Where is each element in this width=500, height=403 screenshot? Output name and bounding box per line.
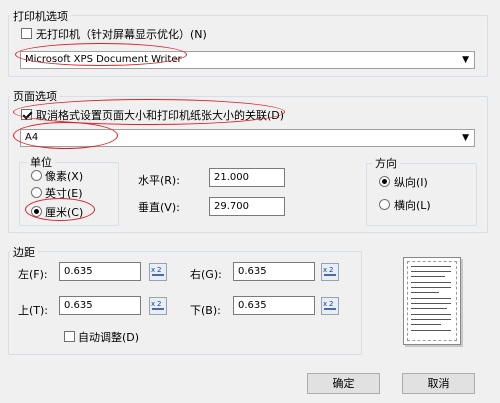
- svg-text:x: x: [323, 266, 327, 274]
- margin-right-spin-button[interactable]: x2: [321, 263, 339, 281]
- margin-bottom-label: 下(B):: [190, 304, 221, 317]
- unit-pixel-radio[interactable]: [31, 170, 42, 181]
- spin-icon: x2: [323, 300, 336, 310]
- preview-text-line: [411, 324, 441, 325]
- cancel-button[interactable]: 取消: [402, 373, 475, 394]
- no-printer-label[interactable]: 无打印机（针对屏幕显示优化）(N): [36, 26, 207, 42]
- margin-top-label: 上(T):: [18, 304, 49, 317]
- svg-text:x: x: [151, 266, 155, 274]
- preview-text-line: [411, 287, 451, 288]
- margin-right-label: 右(G):: [190, 268, 222, 281]
- margin-right-input[interactable]: 0.635: [233, 262, 315, 281]
- paper-size-value: A4: [25, 132, 39, 143]
- preview-text-line: [411, 271, 451, 272]
- svg-text:x: x: [151, 300, 155, 308]
- chevron-down-icon: ▼: [462, 55, 469, 65]
- preview-text-line: [411, 282, 451, 283]
- page-preview: [403, 257, 461, 345]
- no-printer-checkbox[interactable]: [21, 28, 32, 39]
- spin-icon: x2: [323, 266, 336, 276]
- page-preview-margin: [407, 261, 457, 341]
- preview-text-line: [411, 292, 439, 293]
- margin-left-label: 左(F):: [18, 268, 48, 281]
- margin-top-input[interactable]: 0.635: [59, 296, 141, 315]
- unit-inch-label[interactable]: 英寸(E): [45, 185, 83, 201]
- ok-button[interactable]: 确定: [307, 373, 380, 394]
- page-options-title: 页面选项: [10, 88, 60, 104]
- unlink-paper-size-checkbox[interactable]: [21, 109, 32, 120]
- preview-text-line: [411, 266, 451, 267]
- spin-icon: x2: [151, 300, 164, 310]
- preview-text-line: [411, 276, 445, 277]
- margin-bottom-spin-button[interactable]: x2: [321, 297, 339, 315]
- preview-text-line: [411, 319, 451, 320]
- svg-text:2: 2: [329, 266, 333, 274]
- vertical-label: 垂直(V):: [138, 201, 180, 214]
- preview-text-line: [411, 303, 451, 304]
- svg-text:2: 2: [329, 300, 333, 308]
- printer-select-value: Microsoft XPS Document Writer: [25, 54, 182, 65]
- svg-text:2: 2: [157, 266, 161, 274]
- landscape-label[interactable]: 横向(L): [394, 197, 431, 213]
- unlink-paper-size-label[interactable]: 取消格式设置页面大小和打印机纸张大小的关联(D): [36, 107, 284, 123]
- unit-inch-radio[interactable]: [31, 187, 42, 198]
- chevron-down-icon: ▼: [462, 133, 469, 143]
- portrait-label[interactable]: 纵向(I): [394, 174, 428, 190]
- horizontal-input[interactable]: 21.000: [209, 168, 285, 187]
- printer-options-title: 打印机选项: [10, 8, 71, 24]
- margin-left-spin-button[interactable]: x2: [149, 263, 167, 281]
- margins-title: 边距: [10, 244, 38, 260]
- spin-icon: x2: [151, 266, 164, 276]
- unit-cm-radio[interactable]: [31, 206, 42, 217]
- svg-text:2: 2: [157, 300, 161, 308]
- printer-select[interactable]: Microsoft XPS Document Writer ▼: [20, 51, 475, 69]
- paper-size-select[interactable]: A4 ▼: [20, 129, 475, 147]
- svg-text:x: x: [323, 300, 327, 308]
- preview-text-line: [411, 330, 451, 331]
- auto-adjust-label[interactable]: 自动调整(D): [78, 329, 139, 345]
- auto-adjust-checkbox[interactable]: [64, 331, 75, 342]
- preview-text-line: [411, 308, 447, 309]
- preview-text-line: [411, 298, 451, 299]
- margin-left-input[interactable]: 0.635: [59, 262, 141, 281]
- unit-cm-label[interactable]: 厘米(C): [45, 204, 83, 220]
- vertical-input[interactable]: 29.700: [209, 197, 285, 216]
- preview-text-line: [411, 314, 451, 315]
- landscape-radio[interactable]: [379, 199, 390, 210]
- orientation-title: 方向: [372, 155, 400, 171]
- unit-pixel-label[interactable]: 像素(X): [45, 168, 83, 184]
- margin-top-spin-button[interactable]: x2: [149, 297, 167, 315]
- margin-bottom-input[interactable]: 0.635: [233, 296, 315, 315]
- horizontal-label: 水平(R):: [138, 174, 180, 187]
- portrait-radio[interactable]: [379, 176, 390, 187]
- orientation-group: [366, 163, 477, 226]
